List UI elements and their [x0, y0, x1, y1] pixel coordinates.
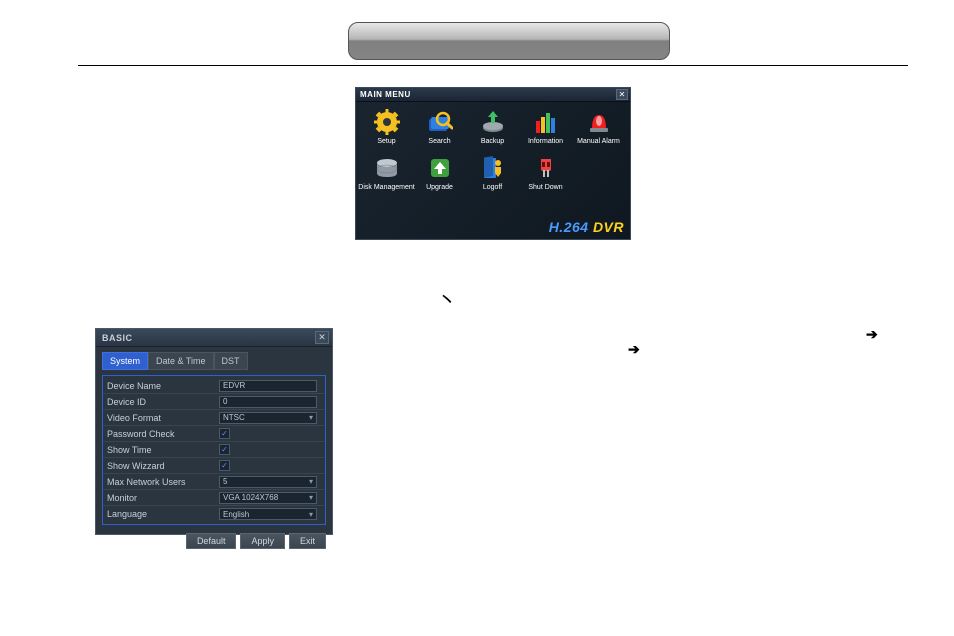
- label-video-format: Video Format: [107, 413, 219, 423]
- menu-item-backup[interactable]: Backup: [466, 108, 519, 154]
- menu-item-label: Upgrade: [426, 184, 453, 191]
- label-device-id: Device ID: [107, 397, 219, 407]
- tab-dst[interactable]: DST: [214, 352, 248, 370]
- upgrade-icon: [426, 154, 454, 182]
- label-password-check: Password Check: [107, 429, 219, 439]
- exit-button[interactable]: Exit: [289, 533, 326, 549]
- menu-item-label: Search: [428, 138, 450, 145]
- checkbox-password-check[interactable]: ✓: [219, 428, 230, 439]
- select-monitor[interactable]: VGA 1024X768: [219, 492, 317, 504]
- label-show-wizard: Show Wizzard: [107, 461, 219, 471]
- row-show-wizard: Show Wizzard ✓: [103, 458, 325, 474]
- row-device-id: Device ID 0: [103, 394, 325, 410]
- label-device-name: Device Name: [107, 381, 219, 391]
- checkbox-show-wizard[interactable]: ✓: [219, 460, 230, 471]
- menu-item-label: Disk Management: [358, 184, 414, 191]
- select-value: VGA 1024X768: [223, 493, 278, 502]
- disk-icon: [373, 154, 401, 182]
- backup-icon: [479, 108, 507, 136]
- main-menu-window: MAIN MENU ✕ Setup Search Backup: [355, 87, 631, 240]
- menu-item-disk-management[interactable]: Disk Management: [360, 154, 413, 200]
- logoff-icon: [479, 154, 507, 182]
- menu-item-logoff[interactable]: Logoff: [466, 154, 519, 200]
- tab-system[interactable]: System: [102, 352, 148, 370]
- tab-date-time[interactable]: Date & Time: [148, 352, 214, 370]
- label-max-users: Max Network Users: [107, 477, 219, 487]
- input-device-id[interactable]: 0: [219, 396, 317, 408]
- menu-item-label: Backup: [481, 138, 504, 145]
- accent-mark: 丶: [437, 284, 457, 313]
- shutdown-icon: [532, 154, 560, 182]
- basic-body: Device Name EDVR Device ID 0 Video Forma…: [102, 375, 326, 525]
- menu-item-upgrade[interactable]: Upgrade: [413, 154, 466, 200]
- label-monitor: Monitor: [107, 493, 219, 503]
- info-icon: [532, 108, 560, 136]
- select-max-users[interactable]: 5: [219, 476, 317, 488]
- row-max-users: Max Network Users 5: [103, 474, 325, 490]
- input-device-name[interactable]: EDVR: [219, 380, 317, 392]
- gear-icon: [373, 108, 401, 136]
- select-value: English: [223, 510, 249, 519]
- menu-item-label: Logoff: [483, 184, 502, 191]
- menu-item-manual-alarm[interactable]: Manual Alarm: [572, 108, 625, 154]
- basic-titlebar: BASIC ✕: [96, 329, 332, 347]
- select-value: NTSC: [223, 413, 245, 422]
- main-menu-grid: Setup Search Backup Information: [356, 102, 630, 200]
- menu-item-information[interactable]: Information: [519, 108, 572, 154]
- main-menu-title: MAIN MENU: [360, 90, 411, 99]
- row-language: Language English: [103, 506, 325, 522]
- menu-item-label: Information: [528, 138, 563, 145]
- default-button[interactable]: Default: [186, 533, 237, 549]
- brand-logo: H.264 DVR: [549, 219, 624, 235]
- apply-button[interactable]: Apply: [240, 533, 285, 549]
- menu-item-search[interactable]: Search: [413, 108, 466, 154]
- select-language[interactable]: English: [219, 508, 317, 520]
- basic-footer: Default Apply Exit: [96, 530, 332, 553]
- horizontal-rule: [78, 65, 908, 66]
- row-show-time: Show Time ✓: [103, 442, 325, 458]
- row-password-check: Password Check ✓: [103, 426, 325, 442]
- basic-title: BASIC: [102, 333, 133, 343]
- basic-settings-dialog: BASIC ✕ System Date & Time DST Device Na…: [95, 328, 333, 535]
- menu-item-setup[interactable]: Setup: [360, 108, 413, 154]
- arrow-icon: ➔: [628, 341, 640, 358]
- arrow-icon: ➔: [866, 326, 878, 343]
- label-language: Language: [107, 509, 219, 519]
- label-show-time: Show Time: [107, 445, 219, 455]
- main-menu-close-button[interactable]: ✕: [616, 89, 628, 100]
- row-device-name: Device Name EDVR: [103, 378, 325, 394]
- select-value: 5: [223, 477, 227, 486]
- main-menu-titlebar: MAIN MENU ✕: [356, 88, 630, 102]
- basic-close-button[interactable]: ✕: [315, 331, 329, 344]
- menu-item-label: Shut Down: [528, 184, 562, 191]
- row-video-format: Video Format NTSC: [103, 410, 325, 426]
- brand-suffix: DVR: [593, 219, 624, 235]
- menu-item-label: Setup: [377, 138, 395, 145]
- select-video-format[interactable]: NTSC: [219, 412, 317, 424]
- menu-item-shutdown[interactable]: Shut Down: [519, 154, 572, 200]
- menu-item-label: Manual Alarm: [577, 138, 620, 145]
- brand-prefix: H.264: [549, 219, 593, 235]
- basic-tabs: System Date & Time DST: [96, 347, 332, 370]
- checkbox-show-time[interactable]: ✓: [219, 444, 230, 455]
- alarm-icon: [585, 108, 613, 136]
- top-banner-pill: [348, 22, 670, 60]
- search-icon: [426, 108, 454, 136]
- row-monitor: Monitor VGA 1024X768: [103, 490, 325, 506]
